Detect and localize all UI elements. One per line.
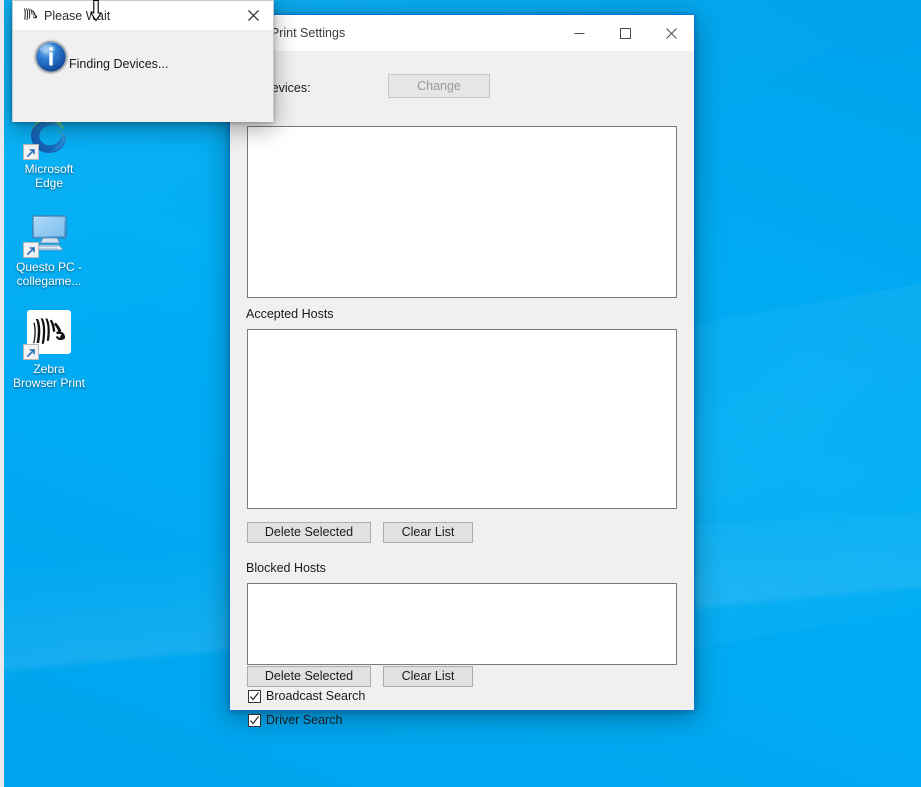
desktop-icon-questo-pc[interactable]: Questo PC - collegame... bbox=[6, 208, 92, 288]
window-controls bbox=[556, 15, 694, 51]
minimize-button[interactable] bbox=[556, 15, 602, 52]
accepted-hosts-listbox[interactable] bbox=[247, 329, 677, 509]
please-wait-titlebar[interactable]: Please Wait bbox=[13, 1, 273, 31]
please-wait-dialog[interactable]: Please Wait bbox=[12, 0, 274, 122]
please-wait-title: Please Wait bbox=[44, 9, 110, 23]
driver-search-checkbox-row[interactable]: Driver Search bbox=[248, 713, 342, 727]
desktop-icon-label: Questo PC - collegame... bbox=[6, 260, 92, 288]
blocked-hosts-clear-list-button[interactable]: Clear List bbox=[383, 666, 473, 687]
desktop[interactable]: Microsoft Edge bbox=[0, 0, 921, 787]
accepted-hosts-delete-selected-button[interactable]: Delete Selected bbox=[247, 522, 371, 543]
change-button[interactable]: Change bbox=[388, 74, 490, 98]
driver-search-checkbox[interactable] bbox=[248, 714, 261, 727]
please-wait-title-group: Please Wait bbox=[13, 6, 110, 26]
desktop-icon-microsoft-edge[interactable]: Microsoft Edge bbox=[6, 110, 92, 190]
broadcast-search-checkbox-row[interactable]: Broadcast Search bbox=[248, 689, 365, 703]
blocked-hosts-label: Blocked Hosts bbox=[246, 561, 326, 575]
accepted-hosts-clear-list-button[interactable]: Clear List bbox=[383, 522, 473, 543]
default-devices-listbox[interactable] bbox=[247, 126, 677, 298]
blocked-hosts-delete-selected-button[interactable]: Delete Selected bbox=[247, 666, 371, 687]
window-titlebar[interactable]: wser Print Settings bbox=[230, 15, 694, 52]
please-wait-close-button[interactable] bbox=[233, 1, 273, 31]
info-icon bbox=[32, 38, 70, 81]
shortcut-arrow-icon bbox=[23, 144, 39, 160]
computer-icon bbox=[25, 208, 73, 256]
maximize-button[interactable] bbox=[602, 15, 648, 52]
blocked-hosts-listbox[interactable] bbox=[247, 583, 677, 665]
zebra-icon bbox=[25, 310, 73, 358]
please-wait-message: Finding Devices... bbox=[69, 57, 168, 71]
close-button[interactable] bbox=[648, 15, 694, 52]
broadcast-search-checkbox[interactable] bbox=[248, 690, 261, 703]
shortcut-arrow-icon bbox=[23, 242, 39, 258]
desktop-icon-label: Zebra Browser Print bbox=[6, 362, 92, 390]
broadcast-search-label: Broadcast Search bbox=[266, 689, 365, 703]
desktop-icon-label: Microsoft Edge bbox=[6, 162, 92, 190]
shortcut-arrow-icon bbox=[23, 344, 39, 360]
default-devices-row: ult Devices: Change bbox=[246, 74, 680, 102]
screen-left-edge bbox=[0, 0, 4, 787]
window-client-area: ult Devices: Change Accepted Hosts Delet… bbox=[230, 52, 694, 711]
desktop-icon-zebra-browser-print[interactable]: Zebra Browser Print bbox=[6, 308, 92, 390]
accepted-hosts-label: Accepted Hosts bbox=[246, 307, 334, 321]
zebra-small-icon bbox=[22, 6, 37, 26]
please-wait-body: Finding Devices... bbox=[13, 31, 273, 122]
driver-search-label: Driver Search bbox=[266, 713, 342, 727]
browser-print-settings-window[interactable]: wser Print Settings ult Devices: Change … bbox=[229, 14, 695, 711]
